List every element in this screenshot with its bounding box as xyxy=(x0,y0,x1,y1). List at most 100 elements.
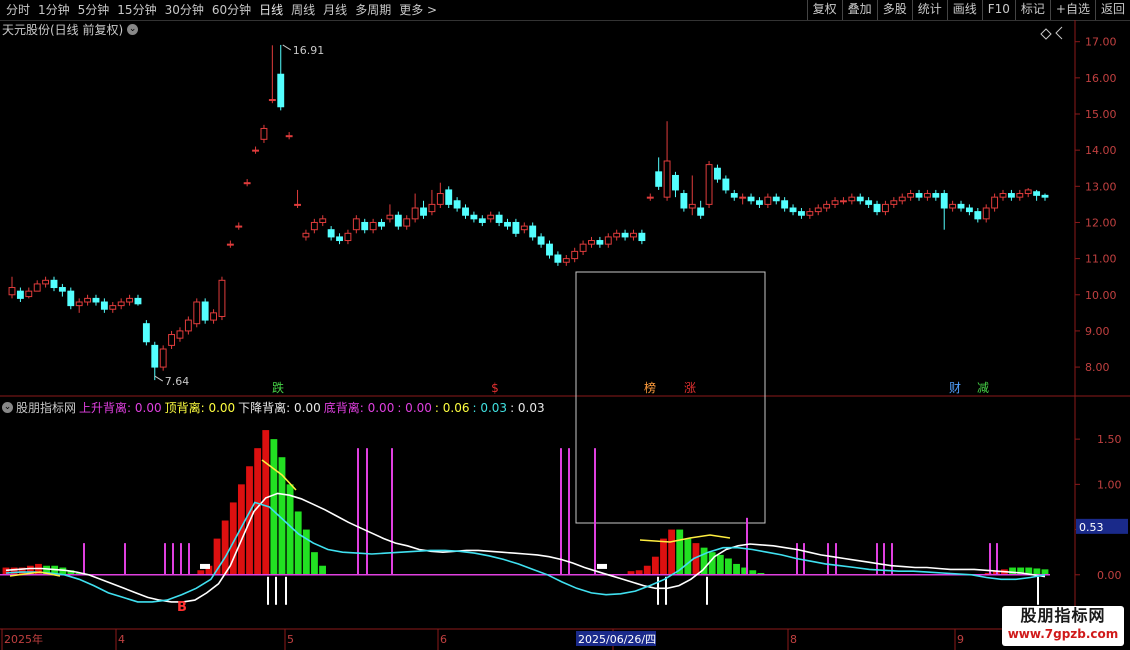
price-tick-label: 10.00 xyxy=(1085,289,1117,302)
chevron-down-icon[interactable]: ⌄ xyxy=(127,24,139,35)
candle-body xyxy=(1024,189,1032,195)
histogram-bar xyxy=(286,484,294,575)
period-tab-9[interactable]: 多周期 xyxy=(351,2,395,18)
indicator-item-3: 底背离: 0.00 xyxy=(323,401,395,415)
histogram-bar xyxy=(716,554,724,575)
time-tick-label: 5 xyxy=(287,633,294,646)
candle-body xyxy=(1007,193,1015,198)
chevron-down-icon[interactable]: ⌄ xyxy=(2,402,13,413)
candle-body xyxy=(839,200,847,203)
toolbar: 分时 1分钟 5分钟 15分钟 30分钟 60分钟 日线 周线 月线 多周期 更多 > 复权 叠加 多股… xyxy=(0,0,1130,21)
candle-body xyxy=(252,149,259,152)
histogram-bar xyxy=(733,563,740,575)
candle-body xyxy=(58,287,66,292)
watermark-title: 股朋指标网 xyxy=(1020,606,1106,625)
candle-body xyxy=(193,301,201,325)
toolbar-button-1[interactable]: 叠加 xyxy=(841,0,877,20)
candle-body xyxy=(881,203,889,213)
period-tab-5[interactable]: 60分钟 xyxy=(208,2,255,18)
diamond-icon xyxy=(1040,28,1052,40)
event-marker-1[interactable]: $ xyxy=(491,381,499,395)
candle-body xyxy=(823,203,831,209)
time-tick-label: 8 xyxy=(790,633,797,646)
candle-body xyxy=(646,196,654,199)
histogram-bar xyxy=(221,520,229,575)
candle-body xyxy=(856,196,864,202)
candle-body xyxy=(487,214,495,220)
histogram-bar xyxy=(311,552,318,575)
candle-body xyxy=(991,196,999,209)
event-marker-3[interactable]: 涨 xyxy=(684,380,696,395)
candle-body xyxy=(436,193,444,205)
candle-body xyxy=(697,207,705,216)
period-tab-3[interactable]: 15分钟 xyxy=(113,2,160,18)
candle-body xyxy=(562,258,570,263)
high-label: 16.91 xyxy=(293,44,325,57)
event-marker-0[interactable]: 跌 xyxy=(272,380,284,395)
candle-body xyxy=(445,189,453,205)
candle-body xyxy=(327,229,335,238)
candle-body xyxy=(714,167,721,180)
candle-body xyxy=(462,207,469,216)
period-tab-0[interactable]: 分时 xyxy=(2,2,34,18)
candle-body xyxy=(974,211,982,220)
toolbar-button-4[interactable]: 画线 xyxy=(946,0,982,20)
candle-body xyxy=(268,99,276,102)
event-marker-5[interactable]: 减 xyxy=(977,381,989,395)
candle-body xyxy=(470,214,478,220)
indicator-item-7: : 0.03 xyxy=(510,400,545,415)
candle-body xyxy=(75,301,83,307)
period-tab-2[interactable]: 5分钟 xyxy=(74,2,114,18)
candle-body xyxy=(344,232,352,242)
candle-body xyxy=(235,225,243,228)
candle-body xyxy=(159,348,167,368)
price-tick-label: 9.00 xyxy=(1085,325,1110,338)
candle-body xyxy=(613,232,621,238)
period-tab-8[interactable]: 月线 xyxy=(319,2,351,18)
candle-body xyxy=(688,203,696,209)
candle-body xyxy=(260,127,268,140)
indicator-name[interactable]: 股朋指标网 xyxy=(16,399,76,416)
time-tick-label: 4 xyxy=(118,633,125,646)
price-tick-label: 14.00 xyxy=(1085,144,1117,157)
toolbar-button-0[interactable]: 复权 xyxy=(806,0,842,20)
histogram-bar xyxy=(2,567,10,575)
candle-body xyxy=(949,203,957,209)
event-marker-2[interactable]: 榜 xyxy=(644,380,656,395)
toolbar-button-8[interactable]: 返回 xyxy=(1094,0,1130,20)
candle-body xyxy=(134,297,142,305)
candle-body xyxy=(126,297,134,303)
candle-body xyxy=(369,221,377,231)
toolbar-button-3[interactable]: 统计 xyxy=(911,0,947,20)
candle-body xyxy=(554,254,562,263)
cyan-line xyxy=(5,501,1046,603)
candle-body xyxy=(739,196,747,199)
candle-body xyxy=(596,240,604,245)
indicator-tick-label: 0.00 xyxy=(1097,569,1122,582)
period-tab-6[interactable]: 日线 xyxy=(255,2,287,18)
histogram-bar xyxy=(1041,569,1049,575)
period-tab-4[interactable]: 30分钟 xyxy=(161,2,208,18)
price-tick-label: 11.00 xyxy=(1085,253,1117,266)
stock-chart[interactable]: 17.00 16.00 15.00 14.00 13.00 12.00 11.00 10.00… xyxy=(0,20,1130,650)
event-marker-4[interactable]: 财 xyxy=(949,381,961,395)
candle-body xyxy=(680,193,688,209)
toolbar-button-5[interactable]: F10 xyxy=(981,0,1015,20)
chevron-left-icon xyxy=(1055,26,1063,40)
histogram-bar xyxy=(10,567,18,575)
period-tab-7[interactable]: 周线 xyxy=(287,2,319,18)
candle-body xyxy=(33,283,41,292)
period-tab-10[interactable]: 更多 > xyxy=(395,2,441,18)
chart-title-bar: 天元股份(日线 前复权) ⌄ xyxy=(2,21,139,38)
toolbar-button-2[interactable]: 多股 xyxy=(876,0,912,20)
current-value-label: 0.53 xyxy=(1079,521,1104,534)
candle-body xyxy=(999,193,1007,198)
period-tab-1[interactable]: 1分钟 xyxy=(34,2,74,18)
candle-body xyxy=(302,232,310,238)
indicator-item-4: : 0.00 xyxy=(397,400,432,415)
candle-body xyxy=(848,196,856,202)
toolbar-button-6[interactable]: 标记 xyxy=(1014,0,1050,20)
candle-body xyxy=(67,290,75,307)
candle-body xyxy=(16,290,24,299)
toolbar-button-7[interactable]: +自选 xyxy=(1049,0,1095,20)
